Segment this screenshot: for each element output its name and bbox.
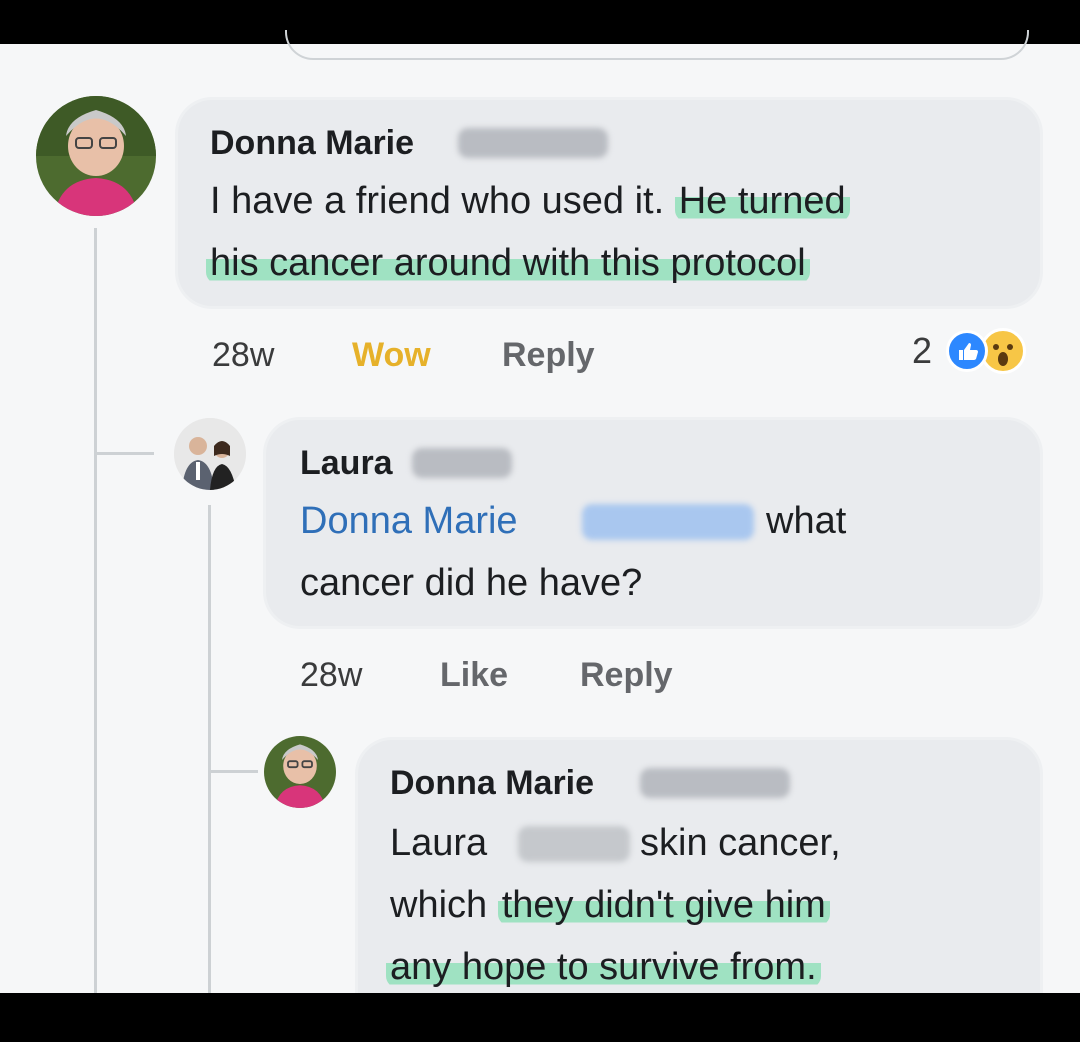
comment-text-line-3: any hope to survive from. xyxy=(386,936,821,998)
redacted-surname xyxy=(458,128,608,158)
comment-text-highlight: they didn't give him xyxy=(497,884,830,926)
comment-text: cancer did he have? xyxy=(300,562,643,604)
avatar-photo-icon xyxy=(174,418,246,490)
redacted-mention-surname xyxy=(518,826,630,862)
comment-text-line-2: his cancer around with this protocol xyxy=(206,232,810,294)
thread-line-main xyxy=(94,228,97,998)
reply-button[interactable]: Reply xyxy=(580,656,673,695)
thread-branch-2 xyxy=(208,770,258,773)
comment-text-highlight: He turned xyxy=(674,180,850,222)
redacted-mention-surname xyxy=(582,504,754,540)
comment-text: Laura xyxy=(390,822,488,864)
comment-text-line-1: I have a friend who used it. He turned xyxy=(210,170,850,232)
like-button[interactable]: Like xyxy=(440,656,508,695)
comment-text-line-2: which they didn't give him xyxy=(390,874,830,936)
avatar-donna-marie[interactable] xyxy=(36,96,156,216)
comment-text-plain: which xyxy=(390,884,498,926)
comment-text-plain: I have a friend who used it. xyxy=(210,180,675,222)
comment-author[interactable]: Donna Marie xyxy=(210,124,414,163)
redacted-surname xyxy=(640,768,790,798)
avatar-photo-icon xyxy=(264,736,336,808)
avatar-photo-icon xyxy=(36,96,156,216)
thread-line-reply xyxy=(208,505,211,995)
reply-button[interactable]: Reply xyxy=(502,336,595,375)
comment-timestamp[interactable]: 28w xyxy=(212,336,274,375)
comment-author[interactable]: Donna Marie xyxy=(390,764,594,803)
comment-text: what xyxy=(766,500,847,542)
avatar-laura[interactable] xyxy=(174,418,246,490)
comment-timestamp[interactable]: 28w xyxy=(300,656,362,695)
like-thumb-icon xyxy=(946,330,988,372)
thread-branch-1 xyxy=(94,452,154,455)
comment-text-highlight: his cancer around with this protocol xyxy=(206,242,810,284)
reaction-count: 2 xyxy=(912,330,933,371)
wow-reaction-button[interactable]: Wow xyxy=(352,336,431,375)
comment-author[interactable]: Laura xyxy=(300,444,393,483)
comment-text: skin cancer, xyxy=(640,822,841,864)
mention-link[interactable]: Donna Marie xyxy=(300,490,518,552)
redacted-surname xyxy=(412,448,512,478)
comment-text-highlight: any hope to survive from. xyxy=(386,946,821,988)
previous-comment-bubble-edge xyxy=(285,30,1029,60)
bottom-black-bar xyxy=(0,993,1080,1042)
avatar-donna-marie[interactable] xyxy=(264,736,336,808)
